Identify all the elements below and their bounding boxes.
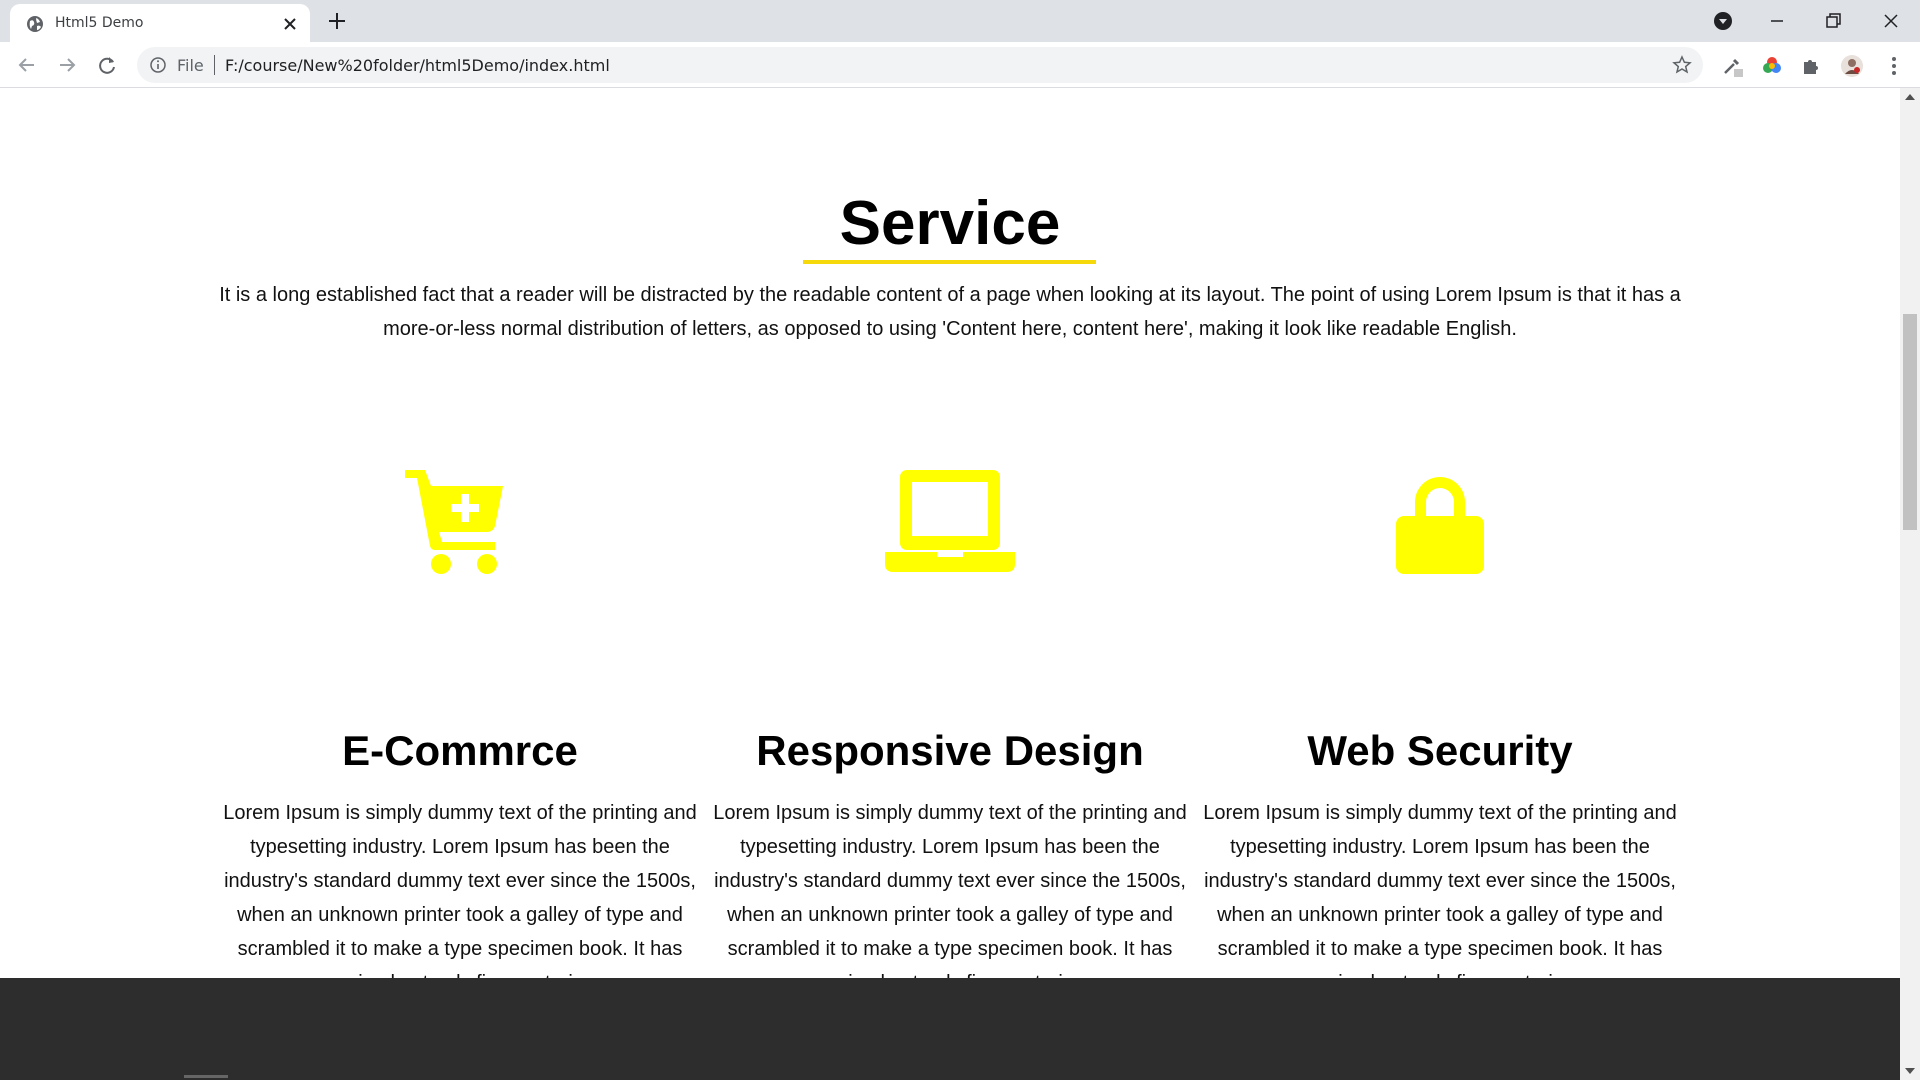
color-wheel-extension-icon[interactable]	[1760, 54, 1784, 78]
service-intro-text: It is a long established fact that a rea…	[219, 284, 1681, 340]
service-card-text: Lorem Ipsum is simply dummy text of the …	[223, 802, 697, 994]
cart-plus-icon	[405, 470, 503, 574]
service-card-security: Web Security Lorem Ipsum is simply dummy…	[1200, 468, 1680, 994]
heading-underline	[803, 260, 1096, 264]
browser-tab[interactable]: Html5 Demo	[10, 4, 310, 42]
close-tab-icon[interactable]	[282, 16, 298, 32]
scheme-label: File	[177, 56, 204, 75]
info-icon[interactable]	[149, 56, 167, 74]
footer-divider	[184, 1075, 228, 1078]
service-card-title: E-Commrce	[342, 727, 578, 774]
extensions-puzzle-icon[interactable]	[1800, 54, 1824, 78]
browser-menu-icon[interactable]	[1882, 54, 1906, 78]
address-bar[interactable]: File F:/course/New%20folder/html5Demo/in…	[137, 47, 1703, 83]
service-heading: Service	[839, 189, 1061, 258]
service-card-text: Lorem Ipsum is simply dummy text of the …	[713, 802, 1187, 994]
close-window-icon[interactable]	[1878, 8, 1904, 34]
minimize-icon[interactable]	[1764, 8, 1790, 34]
page-viewport: Service It is a long established fact th…	[0, 88, 1900, 1080]
globe-icon	[27, 16, 43, 32]
scroll-up-arrow[interactable]	[1905, 94, 1915, 100]
scrollbar-thumb[interactable]	[1903, 314, 1917, 530]
scroll-down-arrow[interactable]	[1905, 1068, 1915, 1074]
service-card-responsive: Responsive Design Lorem Ipsum is simply …	[710, 468, 1190, 994]
url-text[interactable]: F:/course/New%20folder/html5Demo/index.h…	[225, 56, 610, 75]
service-card-ecommerce: E-Commrce Lorem Ipsum is simply dummy te…	[220, 468, 700, 994]
page-scrollbar[interactable]	[1900, 88, 1920, 1080]
browser-toolbar: File F:/course/New%20folder/html5Demo/in…	[0, 42, 1920, 88]
profile-avatar-icon[interactable]	[1840, 54, 1864, 78]
footer-section	[0, 978, 1900, 1080]
service-card-title: Web Security	[1307, 727, 1573, 774]
service-card-title: Responsive Design	[756, 727, 1144, 774]
restore-icon[interactable]	[1820, 8, 1846, 34]
eyedropper-extension-icon[interactable]	[1720, 54, 1744, 78]
laptop-icon	[885, 470, 1015, 572]
omnibox-divider	[214, 55, 215, 75]
tab-search-icon[interactable]	[1710, 8, 1736, 34]
forward-icon[interactable]	[56, 54, 78, 76]
tab-title: Html5 Demo	[55, 15, 144, 31]
tab-strip: Html5 Demo	[0, 0, 1920, 42]
service-card-text: Lorem Ipsum is simply dummy text of the …	[1203, 802, 1677, 994]
lock-icon	[1396, 477, 1484, 574]
back-icon[interactable]	[16, 54, 38, 76]
new-tab-icon[interactable]	[326, 10, 348, 32]
bookmark-star-icon[interactable]	[1672, 55, 1692, 75]
reload-icon[interactable]	[96, 54, 118, 76]
